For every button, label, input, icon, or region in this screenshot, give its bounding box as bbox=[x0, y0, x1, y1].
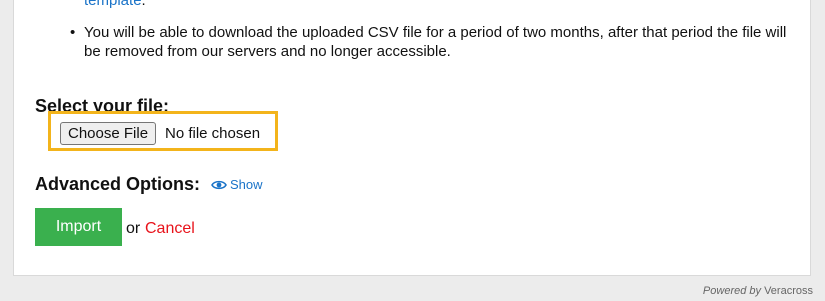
eye-icon bbox=[211, 180, 227, 190]
instruction-continued: template. bbox=[84, 0, 146, 11]
advanced-options-label: Advanced Options: bbox=[35, 174, 201, 194]
file-status-text: No file chosen bbox=[165, 125, 261, 142]
powered-by-footer: Powered by Veracross bbox=[703, 284, 813, 298]
veracross-brand: Veracross bbox=[764, 285, 813, 297]
instruction-bullet: • You will be able to download the uploa… bbox=[70, 23, 796, 61]
import-panel: template. • You will be able to download… bbox=[13, 0, 811, 276]
choose-file-button[interactable]: Choose File bbox=[60, 122, 157, 145]
template-link-suffix: . bbox=[141, 0, 146, 9]
import-button[interactable]: Import bbox=[35, 208, 122, 246]
show-advanced-link[interactable]: Show bbox=[211, 177, 263, 193]
template-link[interactable]: template bbox=[84, 0, 142, 9]
instruction-bullet-text: You will be able to download the uploade… bbox=[84, 24, 787, 60]
show-advanced-label: Show bbox=[230, 177, 263, 192]
or-text: or bbox=[126, 220, 141, 237]
powered-by-text: Powered by bbox=[702, 285, 762, 297]
cancel-link[interactable]: Cancel bbox=[145, 219, 195, 238]
bullet-dot: • bbox=[70, 24, 76, 41]
